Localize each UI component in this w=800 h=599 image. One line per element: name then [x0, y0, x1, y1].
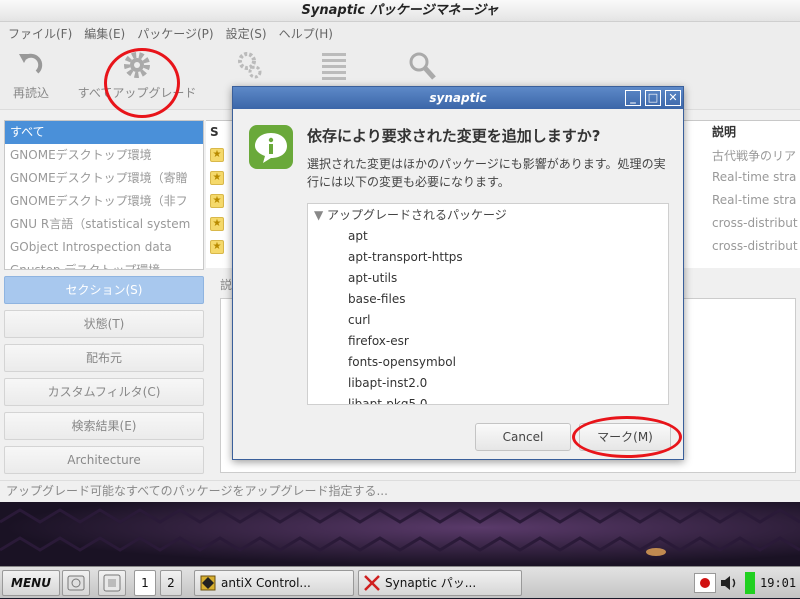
search-icon [409, 52, 436, 80]
gear-icon [124, 52, 150, 78]
filter-origin-button[interactable]: 配布元 [4, 344, 204, 372]
list-item[interactable]: base-files [308, 289, 668, 310]
task-label: Synaptic パッ... [385, 576, 477, 590]
group-item[interactable]: GNOMEデスクトップ環境（寄贈 [5, 167, 203, 190]
package-description: Real-time stra [712, 193, 797, 207]
status-bar: アップグレード可能なすべてのパッケージをアップグレード指定する... [0, 480, 800, 502]
workspace-2-button[interactable]: 2 [160, 570, 182, 596]
list-item[interactable]: apt-transport-https [308, 247, 668, 268]
menu-help[interactable]: ヘルプ(H) [275, 25, 341, 42]
task-label: antiX Control... [221, 576, 311, 590]
dialog-titlebar: synaptic _ □ ✕ [233, 87, 683, 109]
reload-button[interactable]: 再読込 [10, 50, 52, 101]
menu-settings[interactable]: 設定(S) [222, 25, 275, 42]
star-icon[interactable]: ★ [210, 171, 224, 185]
upgrade-all-label: すべてアップグレード [77, 86, 197, 100]
list-item[interactable]: firefox-esr [308, 331, 668, 352]
desktop-background [0, 502, 800, 566]
dialog-message: 選択された変更はほかのパッケージにも影響があります。処理の実行には以下の変更も必… [307, 157, 666, 189]
taskbar: MENU 1 2 antiX Control... Synaptic パッ... [0, 566, 800, 598]
window-title: Synaptic パッケージマネージャ [0, 0, 800, 22]
menu-package[interactable]: パッケージ(P) [133, 25, 221, 42]
info-icon [249, 125, 293, 169]
dialog-heading: 依存により要求された変更を追加しますか? [307, 127, 601, 145]
group-item[interactable]: GNOMEデスクトップ環境（非フ [5, 190, 203, 213]
package-description: Real-time stra [712, 170, 797, 184]
package-description: cross-distribut [712, 239, 798, 253]
workspace-1-button[interactable]: 1 [134, 570, 156, 596]
star-icon[interactable]: ★ [210, 148, 224, 162]
filter-status-button[interactable]: 状態(T) [4, 310, 204, 338]
file-manager-icon [103, 574, 121, 592]
group-list[interactable]: すべて GNOMEデスクトップ環境 GNOMEデスクトップ環境（寄贈 GNOME… [4, 120, 204, 270]
list-item[interactable]: curl [308, 310, 668, 331]
group-item[interactable]: すべて [5, 121, 203, 144]
star-icon[interactable]: ★ [210, 240, 224, 254]
expander-icon[interactable]: ▼ [314, 208, 327, 222]
reload-icon [19, 53, 43, 74]
list-group-header[interactable]: ▼ アップグレードされるパッケージ [308, 204, 668, 226]
package-description: 古代戦争のリア [712, 149, 797, 163]
antix-icon [200, 575, 216, 591]
list-item[interactable]: apt [308, 226, 668, 247]
desktop-toggle-button[interactable] [62, 570, 90, 596]
group-item[interactable]: Gnustep デスクトップ環境 [5, 259, 203, 269]
column-status[interactable]: S [210, 121, 219, 143]
star-icon[interactable]: ★ [210, 217, 224, 231]
volume-icon[interactable] [718, 573, 740, 593]
apply-button[interactable] [230, 50, 270, 84]
dialog-title: synaptic [429, 91, 487, 105]
menu-bar: ファイル(F) 編集(E) パッケージ(P) 設定(S) ヘルプ(H) [0, 22, 800, 44]
task-antix-control-button[interactable]: antiX Control... [194, 570, 354, 596]
maximize-icon[interactable]: □ [645, 90, 661, 106]
synaptic-icon [364, 575, 380, 591]
reload-label: 再読込 [12, 86, 49, 100]
upgrade-all-button[interactable]: すべてアップグレード [72, 50, 202, 101]
start-menu-button[interactable]: MENU [2, 570, 60, 596]
list-item[interactable]: libapt-inst2.0 [308, 373, 668, 394]
filter-architecture-button[interactable]: Architecture [4, 446, 204, 474]
desktop-icon [67, 575, 85, 591]
list-item[interactable]: libapt-pkg5.0 [308, 394, 668, 404]
input-method-icon[interactable] [694, 573, 716, 593]
close-icon[interactable]: ✕ [665, 90, 681, 106]
filter-search-results-button[interactable]: 検索結果(E) [4, 412, 204, 440]
cancel-button[interactable]: Cancel [475, 423, 571, 451]
file-manager-button[interactable] [98, 570, 126, 596]
package-description: cross-distribut [712, 216, 798, 230]
menu-edit[interactable]: 編集(E) [80, 25, 133, 42]
filter-section-button[interactable]: セクション(S) [4, 276, 204, 304]
list-icon [322, 53, 346, 80]
list-group-label: アップグレードされるパッケージ [327, 208, 507, 222]
hexagon-pattern [0, 508, 800, 556]
gears-icon [238, 52, 262, 79]
list-item[interactable]: apt-utils [308, 268, 668, 289]
battery-indicator-icon [745, 572, 755, 594]
dependency-dialog: synaptic _ □ ✕ 依存により要求された変更を追加しますか? 選択され… [232, 86, 684, 460]
list-item[interactable]: fonts-opensymbol [308, 352, 668, 373]
properties-button[interactable] [314, 50, 354, 84]
mark-button[interactable]: マーク(M) [579, 423, 671, 451]
left-panel: すべて GNOMEデスクトップ環境 GNOMEデスクトップ環境（寄贈 GNOME… [0, 110, 210, 480]
task-synaptic-button[interactable]: Synaptic パッ... [358, 570, 522, 596]
filter-custom-button[interactable]: カスタムフィルタ(C) [4, 378, 204, 406]
clock[interactable]: 19:01 [760, 567, 796, 599]
group-item[interactable]: GNU R言語（statistical system [5, 213, 203, 236]
ground-light [646, 548, 666, 556]
description-tab[interactable]: 説 [220, 276, 232, 293]
star-icon[interactable]: ★ [210, 194, 224, 208]
column-description[interactable]: 説明 [712, 121, 736, 143]
search-button[interactable] [402, 50, 442, 84]
change-list[interactable]: ▼ アップグレードされるパッケージ apt apt-transport-http… [307, 203, 669, 405]
menu-file[interactable]: ファイル(F) [4, 25, 80, 42]
minimize-icon[interactable]: _ [625, 90, 641, 106]
group-item[interactable]: GNOMEデスクトップ環境 [5, 144, 203, 167]
group-item[interactable]: GObject Introspection data [5, 236, 203, 259]
